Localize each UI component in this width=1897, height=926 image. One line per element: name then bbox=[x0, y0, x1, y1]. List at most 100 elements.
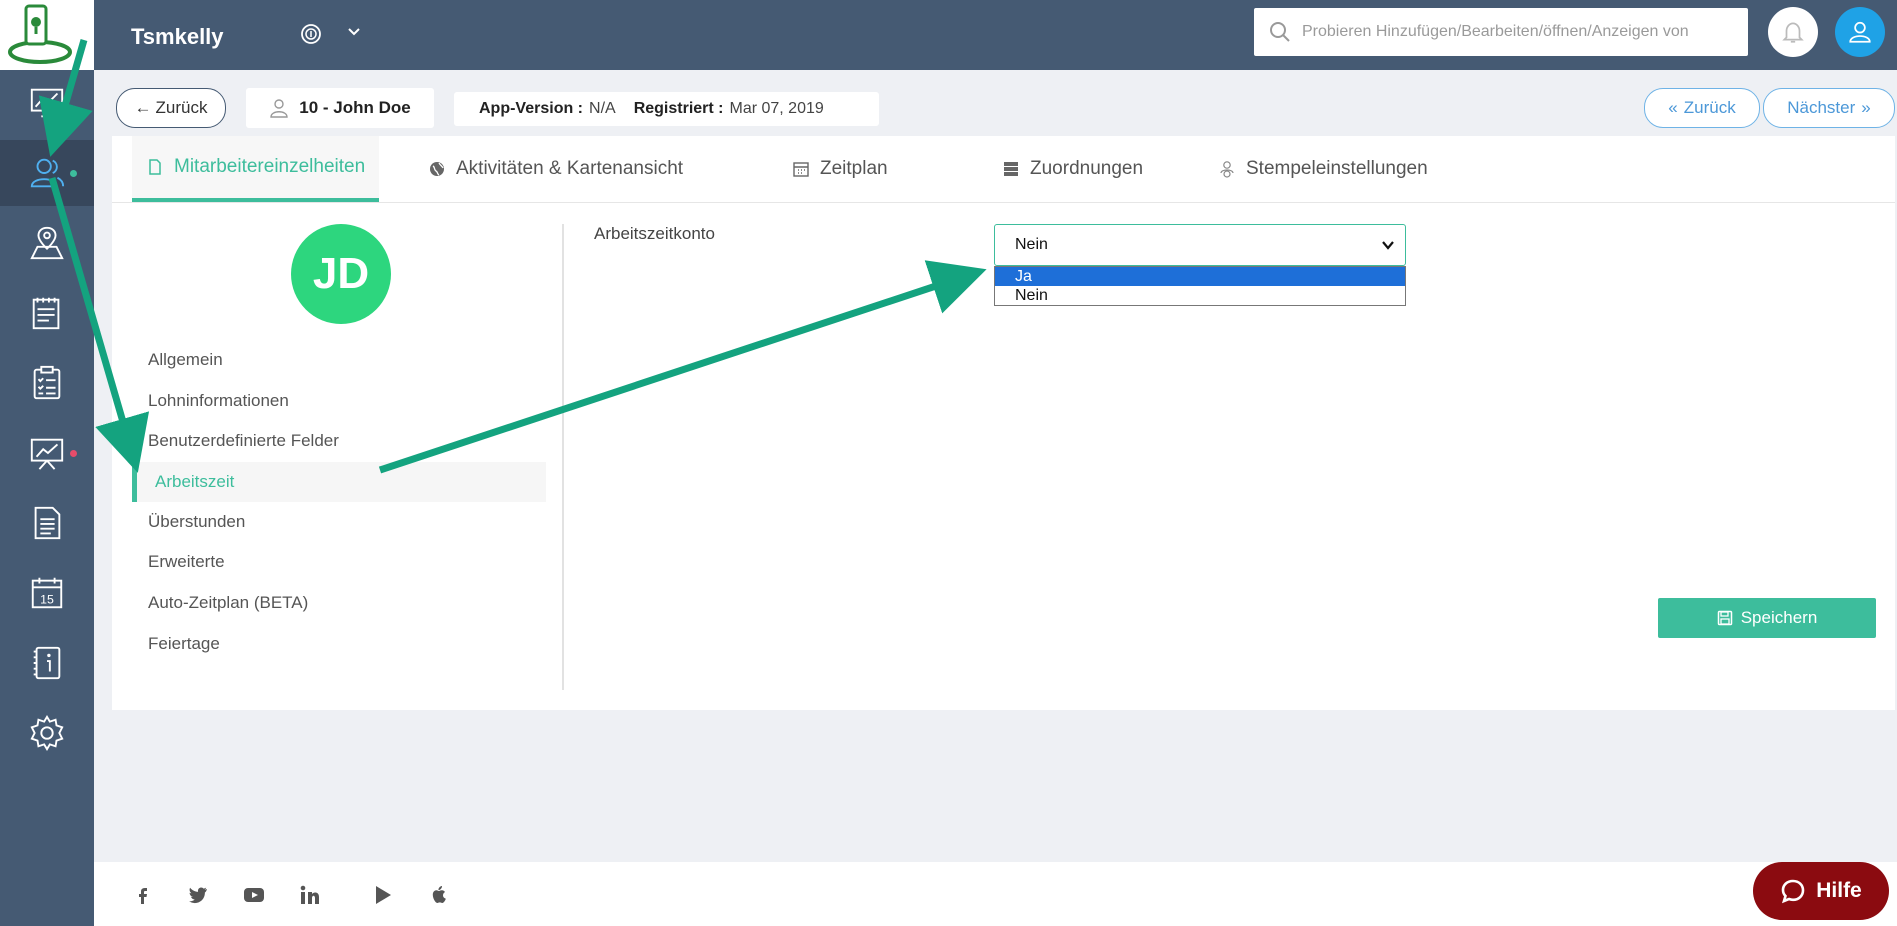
apple-icon[interactable] bbox=[428, 884, 450, 906]
next-label: Nächster bbox=[1787, 98, 1856, 117]
calendar-day-text: 15 bbox=[40, 592, 54, 606]
menu-item-holidays[interactable]: Feiertage bbox=[148, 634, 220, 654]
sidebar-item-timesheets[interactable] bbox=[0, 280, 94, 346]
employee-chip: 10 - John Doe bbox=[246, 88, 434, 128]
checklist-icon bbox=[33, 365, 61, 400]
tab-schedule[interactable]: Zeitplan bbox=[792, 136, 888, 202]
sidebar-item-tasks[interactable] bbox=[0, 350, 94, 416]
company-badge-icon[interactable] bbox=[299, 22, 323, 46]
chevron-down-icon[interactable] bbox=[346, 24, 362, 40]
tab-label: Stempeleinstellungen bbox=[1246, 158, 1428, 179]
gear-icon bbox=[30, 715, 64, 751]
next-employee-button[interactable]: Nächster » bbox=[1763, 88, 1895, 128]
registered-label: Registriert : bbox=[633, 100, 724, 117]
tab-clock-settings[interactable]: Stempeleinstellungen bbox=[1218, 136, 1428, 202]
twitter-icon[interactable] bbox=[187, 884, 209, 906]
chat-bubble-icon bbox=[1781, 879, 1805, 904]
help-label: Hilfe bbox=[1816, 879, 1862, 902]
help-button[interactable]: Hilfe bbox=[1753, 862, 1889, 920]
tab-label: Aktivitäten & Kartenansicht bbox=[456, 158, 684, 179]
server-icon bbox=[1004, 162, 1018, 176]
sidebar: 15 bbox=[0, 0, 94, 926]
tab-activities-map[interactable]: Aktivitäten & Kartenansicht bbox=[428, 136, 683, 202]
menu-item-custom-fields[interactable]: Benutzerdefinierte Felder bbox=[148, 431, 339, 451]
menu-item-general[interactable]: Allgemein bbox=[148, 350, 223, 370]
sidebar-item-map[interactable] bbox=[0, 210, 94, 276]
search-icon bbox=[1270, 22, 1290, 42]
sidebar-item-info[interactable] bbox=[0, 630, 94, 696]
app-version-value: N/A bbox=[589, 100, 616, 117]
report-document-icon bbox=[34, 506, 61, 540]
fingerprint-user-icon bbox=[1220, 161, 1234, 178]
dashboard-icon bbox=[30, 88, 64, 118]
users-status-dot bbox=[70, 170, 77, 177]
double-chevron-right-icon: » bbox=[1861, 98, 1871, 117]
company-name: Tsmkelly bbox=[131, 24, 224, 49]
working-time-account-label: Arbeitszeitkonto bbox=[594, 224, 715, 243]
footer bbox=[94, 862, 1897, 926]
notifications-button[interactable] bbox=[1768, 7, 1818, 57]
youtube-icon[interactable] bbox=[243, 884, 265, 906]
app-version-label: App-Version : bbox=[479, 100, 584, 117]
option-nein[interactable]: Nein bbox=[995, 286, 1405, 305]
back-button[interactable]: ← Zurück bbox=[116, 88, 226, 128]
registered-value: Mar 07, 2019 bbox=[729, 100, 824, 117]
info-book-icon bbox=[33, 646, 61, 680]
bell-icon bbox=[1782, 22, 1804, 43]
tab-label: Zeitplan bbox=[820, 158, 888, 179]
menu-item-advanced[interactable]: Erweiterte bbox=[148, 552, 225, 572]
select-dropdown-list: Ja Nein bbox=[994, 266, 1406, 306]
employee-user-icon bbox=[270, 99, 288, 118]
save-label: Speichern bbox=[1740, 608, 1818, 627]
vertical-divider bbox=[562, 224, 564, 690]
sidebar-item-settings[interactable] bbox=[0, 700, 94, 766]
presentation-chart-icon bbox=[30, 438, 64, 470]
employee-name: 10 - John Doe bbox=[299, 98, 411, 117]
tab-employee-details[interactable]: Mitarbeitereinzelheiten bbox=[132, 136, 380, 202]
menu-item-overtime[interactable]: Überstunden bbox=[148, 512, 245, 532]
menu-item-auto-schedule[interactable]: Auto-Zeitplan (BETA) bbox=[148, 593, 308, 613]
sidebar-item-dashboard[interactable] bbox=[0, 70, 94, 136]
sidebar-item-reports[interactable] bbox=[0, 420, 94, 486]
tab-bar: Mitarbeitereinzelheiten Aktivitäten & Ka… bbox=[112, 136, 1895, 203]
globe-icon bbox=[430, 162, 444, 176]
location-phone-logo-icon bbox=[8, 4, 72, 64]
save-button[interactable]: Speichern bbox=[1658, 598, 1876, 638]
employee-avatar: JD bbox=[291, 224, 391, 324]
menu-item-payroll[interactable]: Lohninformationen bbox=[148, 391, 289, 411]
linkedin-icon[interactable] bbox=[299, 884, 321, 906]
select-value: Nein bbox=[1015, 236, 1048, 253]
working-time-account-select[interactable]: Nein bbox=[994, 224, 1406, 266]
previous-employee-button[interactable]: « Zurück bbox=[1644, 88, 1760, 128]
search-bar[interactable] bbox=[1254, 8, 1748, 56]
facebook-icon[interactable] bbox=[132, 884, 154, 906]
back-label: Zurück bbox=[155, 98, 208, 117]
chevron-down-icon bbox=[1382, 241, 1394, 250]
users-icon bbox=[30, 158, 65, 188]
sidebar-item-users[interactable] bbox=[0, 140, 94, 206]
sidebar-item-documents[interactable] bbox=[0, 490, 94, 556]
floppy-disk-icon bbox=[1717, 610, 1732, 626]
calendar-icon bbox=[793, 162, 809, 177]
tab-assignments[interactable]: Zuordnungen bbox=[1002, 136, 1143, 202]
tab-label: Mitarbeitereinzelheiten bbox=[174, 156, 366, 177]
previous-label: Zurück bbox=[1683, 98, 1736, 117]
user-avatar-button[interactable] bbox=[1835, 7, 1885, 57]
map-pin-icon bbox=[30, 226, 64, 260]
play-store-icon[interactable] bbox=[372, 884, 394, 906]
sidebar-item-calendar[interactable]: 15 bbox=[0, 560, 94, 626]
document-icon bbox=[149, 159, 161, 175]
app-logo[interactable] bbox=[0, 0, 94, 70]
menu-item-working-time[interactable]: Arbeitszeit bbox=[132, 462, 546, 502]
user-icon bbox=[1849, 21, 1871, 43]
arrow-left-icon: ← bbox=[134, 98, 152, 117]
reports-status-dot bbox=[70, 450, 77, 457]
top-bar: Tsmkelly bbox=[94, 0, 1897, 70]
clipboard-icon bbox=[32, 297, 60, 330]
option-ja[interactable]: Ja bbox=[995, 267, 1405, 286]
employee-details-card: Mitarbeitereinzelheiten Aktivitäten & Ka… bbox=[112, 136, 1895, 710]
search-input[interactable] bbox=[1300, 22, 1744, 42]
app-info: App-Version : N/A Registriert : Mar 07, 20… bbox=[454, 92, 879, 126]
double-chevron-left-icon: « bbox=[1668, 98, 1678, 117]
calendar-15-icon: 15 bbox=[31, 577, 63, 609]
